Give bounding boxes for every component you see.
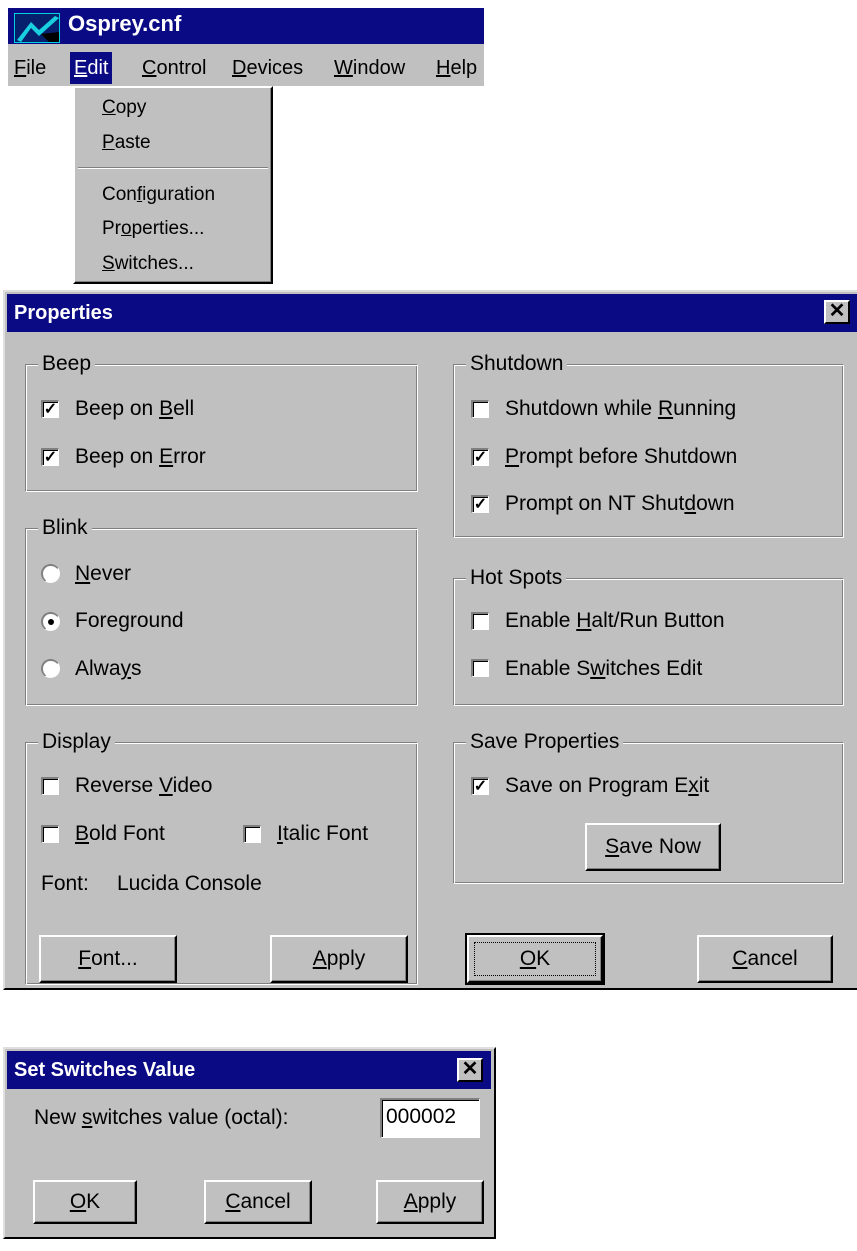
checkmark-icon: ✓ (43, 449, 58, 466)
focus-rectangle (474, 942, 596, 976)
enable-switches-edit-checkbox[interactable] (471, 659, 489, 677)
app-logo-icon (14, 13, 60, 43)
blink-never-label[interactable]: Never (75, 561, 131, 587)
beep-on-error-checkbox[interactable]: ✓ (41, 448, 59, 466)
menu-item-switches[interactable]: Switches... (102, 253, 194, 275)
save-on-exit-label[interactable]: Save on Program Exit (505, 773, 709, 799)
blink-always-radio[interactable] (41, 659, 60, 678)
italic-font-label[interactable]: Italic Font (277, 821, 368, 847)
ok-button[interactable]: OK (465, 933, 605, 985)
prompt-before-shutdown-checkbox[interactable]: ✓ (471, 448, 489, 466)
menu-item-copy[interactable]: Copy (102, 97, 146, 119)
apply-button[interactable]: Apply (270, 935, 408, 983)
blink-foreground-label[interactable]: Foreground (75, 608, 184, 634)
bold-font-label[interactable]: Bold Font (75, 821, 165, 847)
font-button[interactable]: Font... (39, 935, 177, 983)
prompt-before-shutdown-label[interactable]: Prompt before Shutdown (505, 444, 737, 470)
hot-spots-group (453, 578, 844, 706)
menu-control[interactable]: Control (138, 52, 210, 84)
menu-help[interactable]: Help (432, 52, 481, 84)
reverse-video-checkbox[interactable] (41, 777, 59, 795)
italic-font-checkbox[interactable] (243, 825, 261, 843)
enable-halt-run-checkbox[interactable] (471, 612, 489, 630)
menu-file[interactable]: File (10, 52, 50, 84)
cancel-button[interactable]: Cancel (697, 935, 833, 983)
properties-title: Properties (14, 302, 113, 324)
save-properties-legend: Save Properties (466, 730, 624, 754)
checkmark-icon: ✓ (43, 401, 58, 418)
switches-cancel-button[interactable]: Cancel (204, 1180, 312, 1224)
font-name-value: Lucida Console (117, 872, 262, 895)
switches-value-label: New switches value (octal): (34, 1106, 289, 1129)
menu-window[interactable]: Window (330, 52, 409, 84)
blink-legend: Blink (38, 516, 92, 540)
checkmark-icon: ✓ (473, 496, 488, 513)
font-label: Font: (41, 872, 89, 895)
menu-item-properties[interactable]: Properties... (102, 218, 204, 240)
shutdown-while-running-label[interactable]: Shutdown while Running (505, 396, 736, 422)
beep-on-error-label[interactable]: Beep on Error (75, 444, 206, 470)
menu-item-paste[interactable]: Paste (102, 132, 151, 154)
blink-foreground-radio[interactable] (41, 612, 60, 631)
save-on-exit-checkbox[interactable]: ✓ (471, 777, 489, 795)
close-icon: ✕ (461, 1058, 479, 1080)
blink-always-label[interactable]: Always (75, 656, 142, 682)
menu-edit[interactable]: Edit (70, 52, 113, 84)
shutdown-legend: Shutdown (466, 352, 568, 376)
menu-devices[interactable]: Devices (228, 52, 307, 84)
enable-switches-edit-label[interactable]: Enable Switches Edit (505, 656, 702, 682)
beep-group (25, 364, 418, 492)
prompt-on-nt-shutdown-checkbox[interactable]: ✓ (471, 495, 489, 513)
beep-on-bell-label[interactable]: Beep on Bell (75, 396, 194, 422)
reverse-video-label[interactable]: Reverse Video (75, 773, 212, 799)
radio-selected-dot (48, 619, 54, 625)
menu-separator (78, 167, 268, 169)
app-title: Osprey.cnf (68, 11, 182, 36)
prompt-on-nt-shutdown-label[interactable]: Prompt on NT Shutdown (505, 491, 735, 517)
display-legend: Display (38, 730, 115, 754)
switches-title: Set Switches Value (14, 1059, 196, 1081)
checkmark-icon: ✓ (473, 449, 488, 466)
bold-font-checkbox[interactable] (41, 825, 59, 843)
save-now-button[interactable]: Save Now (585, 823, 721, 871)
checkmark-icon: ✓ (473, 778, 488, 795)
blink-never-radio[interactable] (41, 564, 60, 583)
menu-item-configuration[interactable]: Configuration (102, 184, 215, 206)
switches-ok-button[interactable]: OK (33, 1180, 137, 1224)
beep-legend: Beep (38, 352, 96, 376)
properties-close-button[interactable]: ✕ (824, 300, 850, 324)
hot-spots-legend: Hot Spots (466, 566, 567, 590)
switches-apply-button[interactable]: Apply (376, 1180, 484, 1224)
shutdown-while-running-checkbox[interactable] (471, 400, 489, 418)
enable-halt-run-label[interactable]: Enable Halt/Run Button (505, 608, 725, 634)
beep-on-bell-checkbox[interactable]: ✓ (41, 400, 59, 418)
properties-title-bar[interactable] (7, 294, 857, 332)
switches-close-button[interactable]: ✕ (457, 1058, 483, 1082)
switches-value-input[interactable]: 000002 (380, 1098, 480, 1138)
close-icon: ✕ (828, 300, 846, 322)
